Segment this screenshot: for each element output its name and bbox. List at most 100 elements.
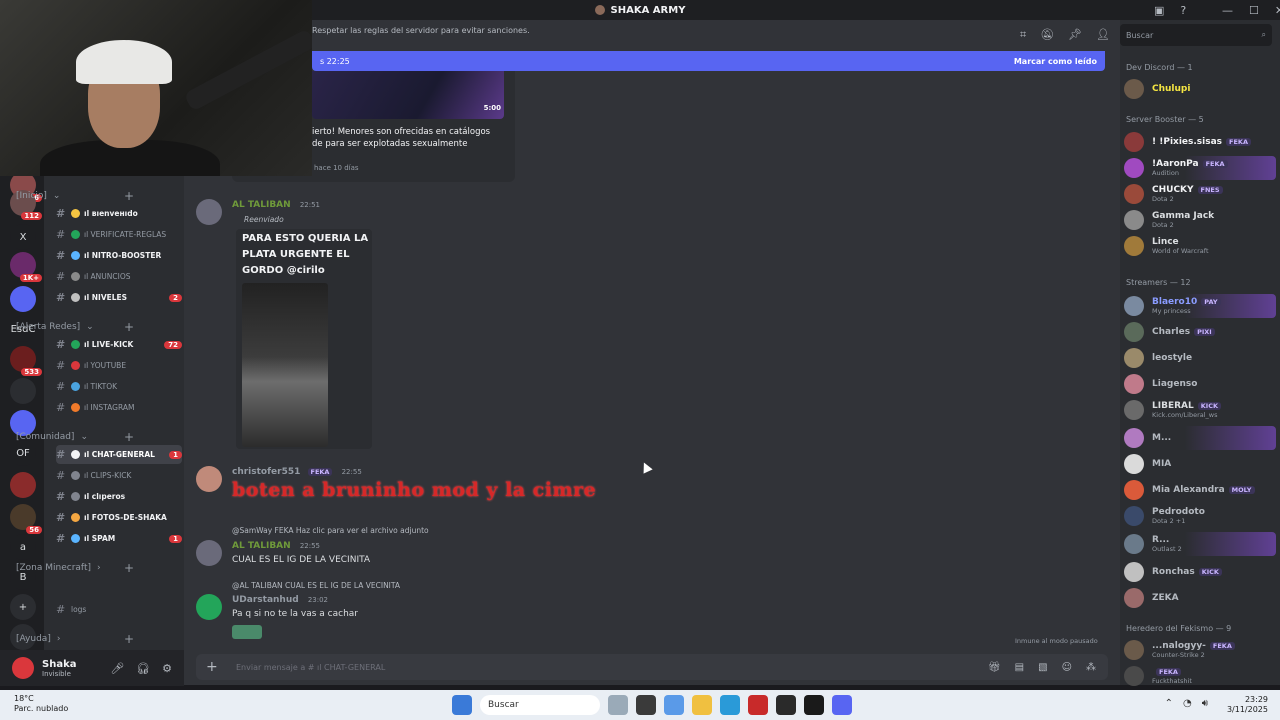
add-channel-icon[interactable]: +: [124, 430, 134, 444]
member-item[interactable]: leostyle: [1124, 346, 1276, 370]
avatar[interactable]: [196, 199, 222, 225]
channel-item[interactable]: # ıl CHAT-GENERAL 1: [56, 445, 182, 464]
member-item[interactable]: Chulupi: [1124, 77, 1276, 101]
member-item[interactable]: Liagenso: [1124, 372, 1276, 396]
server-icon[interactable]: [10, 378, 36, 404]
member-item[interactable]: !AaronPa FEKA Audition: [1124, 156, 1276, 180]
member-item[interactable]: ! !Pixies.sisas FEKA: [1124, 130, 1276, 154]
threads-icon[interactable]: ⌗: [1020, 28, 1026, 42]
reply-reference[interactable]: @AL TALIBAN CUAL ES EL IG DE LA VECINITA: [232, 581, 400, 590]
server-icon[interactable]: [10, 472, 36, 498]
member-item[interactable]: CHUCKY FNES Dota 2: [1124, 182, 1276, 206]
channel-item[interactable]: # ıl clıperos: [56, 487, 182, 506]
channel-item[interactable]: # ıl FOTOS-DE-SHAKA: [56, 508, 182, 527]
app-m-icon[interactable]: [804, 695, 824, 715]
sticker-image[interactable]: [232, 625, 262, 639]
windows-start-icon[interactable]: [452, 695, 472, 715]
avatar[interactable]: [196, 594, 222, 620]
taskbar-clock[interactable]: 23:29 3/11/2025: [1227, 695, 1268, 715]
add-channel-icon[interactable]: +: [124, 632, 134, 646]
member-item[interactable]: M...: [1124, 426, 1276, 450]
member-item[interactable]: Mia Alexandra MOLY: [1124, 478, 1276, 502]
member-item[interactable]: Gamma Jack Dota 2: [1124, 208, 1276, 232]
close-button[interactable]: ✕: [1275, 4, 1280, 17]
reply-reference[interactable]: @SamWay FEKA Haz clic para ver el archiv…: [232, 526, 429, 535]
pin-icon[interactable]: 📌︎: [1068, 28, 1082, 42]
channel-item[interactable]: # ıl CLIPS-KICK: [56, 466, 182, 485]
category-zona-minecraft[interactable]: [Zona Minecraft] › +: [16, 561, 134, 575]
channel-item[interactable]: # ıl VERIFICATE-REGLAS: [56, 225, 182, 244]
gift-icon[interactable]: 🎁︎: [988, 662, 1001, 673]
apps-icon[interactable]: ⁂: [1086, 662, 1096, 673]
channel-item[interactable]: # logs: [56, 600, 182, 619]
channel-item[interactable]: # ıl INSTAGRAM: [56, 398, 182, 417]
avatar[interactable]: [12, 657, 34, 679]
attach-plus-icon[interactable]: +: [206, 659, 222, 675]
channel-item[interactable]: # ıl LIVE-KICK 72: [56, 335, 182, 354]
network-icon[interactable]: ◔: [1183, 698, 1192, 709]
task-view-icon[interactable]: [636, 695, 656, 715]
add-channel-icon[interactable]: +: [124, 189, 134, 203]
taskbar-search[interactable]: Buscar: [480, 695, 600, 715]
server-icon[interactable]: +: [10, 594, 36, 620]
obs-icon[interactable]: [776, 695, 796, 715]
forwarded-image[interactable]: [242, 283, 328, 447]
member-item[interactable]: LIBERAL KICK Kick.com/Liberal_ws: [1124, 398, 1276, 422]
server-icon[interactable]: 1K+: [10, 252, 42, 282]
avatar[interactable]: [196, 540, 222, 566]
notifications-icon[interactable]: 🔕︎: [1040, 28, 1054, 42]
weather-widget[interactable]: 18°C Parc. nublado: [14, 694, 68, 714]
channel-item[interactable]: # ıl вıenveнıdo: [56, 204, 182, 223]
channel-item[interactable]: # ıl ANUNCIOS: [56, 267, 182, 286]
add-channel-icon[interactable]: +: [124, 561, 134, 575]
message-author[interactable]: UDarstanhud 23:02: [232, 595, 328, 605]
member-item[interactable]: MIA: [1124, 452, 1276, 476]
channel-item[interactable]: # ıl SPAM 1: [56, 529, 182, 548]
category-ayuda[interactable]: [Ayuda] › +: [16, 632, 134, 646]
category-alerta-redes[interactable]: [Alerta Redes] ⌄ +: [16, 320, 134, 334]
gif-icon[interactable]: ▤: [1015, 662, 1024, 673]
help-icon[interactable]: ?: [1180, 4, 1186, 17]
user-info[interactable]: Shaka Invisible: [42, 659, 76, 678]
message-author[interactable]: christofer551 FEKA 22:55: [232, 467, 362, 477]
new-messages-bar[interactable]: s 22:25 Marcar como leído: [312, 51, 1105, 71]
search-input[interactable]: Buscar ⌕: [1120, 24, 1272, 46]
member-item[interactable]: R... Outlast 2: [1124, 532, 1276, 556]
video-thumbnail[interactable]: [312, 71, 504, 119]
member-item[interactable]: Charles PIXI: [1124, 320, 1276, 344]
category-comunidad[interactable]: [Comunidad] ⌄ +: [16, 430, 134, 444]
embed-title[interactable]: ierto! Menores son ofrecidas en catálogo…: [312, 126, 497, 150]
edge-icon[interactable]: [720, 695, 740, 715]
copilot-icon[interactable]: [664, 695, 684, 715]
message-author[interactable]: AL TALIBAN 22:55: [232, 541, 320, 551]
member-item[interactable]: Ronchas KICK: [1124, 560, 1276, 584]
avatar[interactable]: [196, 466, 222, 492]
member-list-icon[interactable]: 👤︎: [1096, 28, 1110, 42]
emoji-icon[interactable]: ☺: [1062, 662, 1072, 673]
message-author[interactable]: AL TALIBAN 22:51: [232, 200, 320, 210]
widgets-icon[interactable]: [608, 695, 628, 715]
channel-item[interactable]: # ıl TIKTOK: [56, 377, 182, 396]
headphones-icon[interactable]: 🎧︎: [136, 662, 150, 675]
discord-icon[interactable]: [832, 695, 852, 715]
channel-item[interactable]: # ıl NITRO-BOOSTER: [56, 246, 182, 265]
volume-icon[interactable]: 🔊︎: [1202, 698, 1208, 709]
mark-as-read-button[interactable]: Marcar como leído: [1014, 57, 1097, 66]
channel-item[interactable]: # ıl NIVELES 2: [56, 288, 182, 307]
server-icon[interactable]: a: [10, 534, 36, 560]
gear-icon[interactable]: ⚙: [162, 662, 172, 675]
file-explorer-icon[interactable]: [692, 695, 712, 715]
member-item[interactable]: Lince World of Warcraft: [1124, 234, 1276, 258]
member-item[interactable]: FEKA Fuckthatshit: [1124, 664, 1276, 688]
message-input[interactable]: Enviar mensaje a # ıl CHAT-GENERAL: [236, 663, 385, 672]
chevron-up-icon[interactable]: ⌃: [1165, 698, 1173, 709]
app-icon[interactable]: [748, 695, 768, 715]
member-item[interactable]: Blaero10 PAY My princess: [1124, 294, 1276, 318]
member-item[interactable]: ...nalogyy- FEKA Counter-Strike 2: [1124, 638, 1276, 662]
microphone-icon[interactable]: 🎤︎: [110, 662, 124, 675]
category-inicio[interactable]: [Inicio] ⌄ +: [16, 189, 134, 203]
add-channel-icon[interactable]: +: [124, 320, 134, 334]
minimize-button[interactable]: —: [1222, 4, 1233, 17]
server-icon[interactable]: X: [10, 224, 36, 250]
maximize-button[interactable]: ☐: [1249, 4, 1259, 17]
